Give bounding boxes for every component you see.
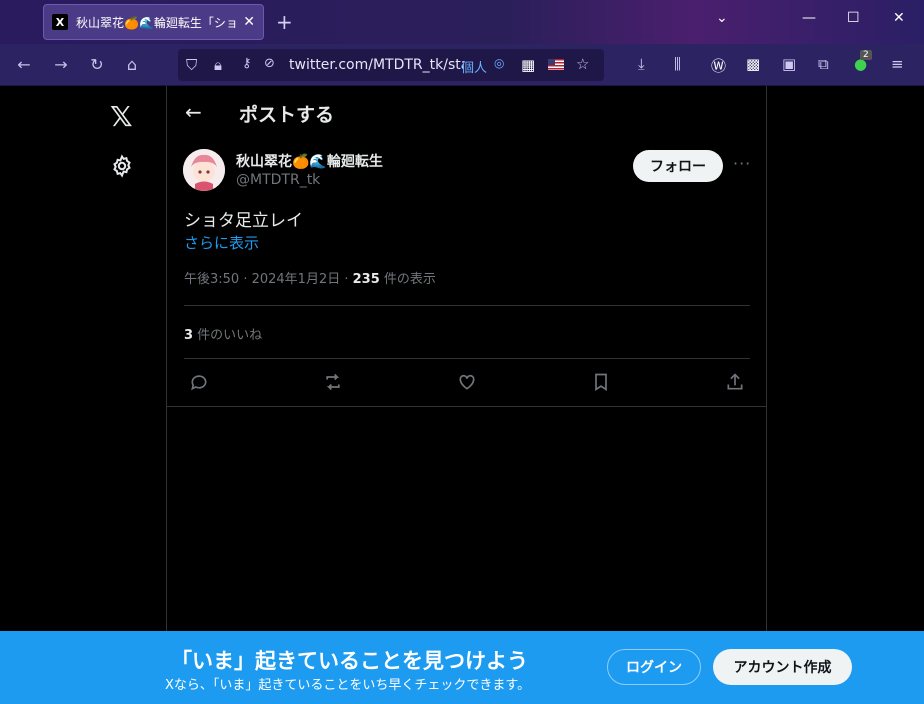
browser-navbar: ← → ↻ ⌂ ⛉ 🔒︎ ⚷ ⊘ twitter.com/MTDTR_tk/st…	[0, 44, 924, 86]
show-more-link[interactable]: さらに表示	[184, 232, 259, 253]
x-logo-icon[interactable]: 𝕏	[110, 100, 133, 133]
page-title: ポストする	[239, 104, 335, 126]
views-count: 235	[352, 272, 380, 287]
library-icon[interactable]: ⫼	[674, 55, 681, 73]
author-handle[interactable]: @MTDTR_tk	[236, 172, 320, 188]
browser-tab[interactable]: X 秋山翠花🍊🌊輪廻転生「ショ ✕	[43, 4, 264, 40]
fingerprint-icon[interactable]: ◎	[494, 56, 504, 70]
like-icon[interactable]	[457, 372, 477, 396]
retweet-icon[interactable]	[323, 372, 343, 396]
url-bar[interactable]: ⛉ 🔒︎ ⚷ ⊘ twitter.com/MTDTR_tk/stat 個人 ◎ …	[178, 49, 604, 81]
puzzle-icon[interactable]: ⧉	[818, 55, 829, 73]
window-close-icon[interactable]: ✕	[893, 10, 905, 26]
bookmark-icon[interactable]	[591, 372, 611, 396]
back-arrow-icon[interactable]: ←	[185, 100, 202, 124]
tweet-text: ショタ足立レイ	[184, 211, 303, 231]
flag-us-icon[interactable]	[548, 56, 564, 74]
login-button[interactable]: ログイン	[607, 649, 701, 685]
browser-tabbar: X 秋山翠花🍊🌊輪廻転生「ショ ✕ + ⌄ — ☐ ✕	[0, 0, 924, 44]
banner-subtitle: Xなら、「いま」起きていることをいち早くチェックできます。	[165, 678, 531, 693]
tab-list-icon[interactable]: ⌄	[716, 10, 728, 26]
minimize-icon[interactable]: —	[802, 10, 816, 26]
close-tab-icon[interactable]: ✕	[243, 14, 255, 30]
divider	[184, 358, 750, 359]
create-account-button[interactable]: アカウント作成	[713, 649, 852, 685]
page-header: ← ポストする	[167, 86, 767, 138]
divider	[167, 406, 767, 407]
more-icon[interactable]: ···	[733, 154, 751, 173]
maximize-icon[interactable]: ☐	[847, 10, 860, 26]
likes-summary[interactable]: 3 件のいいね	[184, 324, 262, 343]
url-text[interactable]: twitter.com/MTDTR_tk/stat	[289, 57, 464, 73]
twitter-page: 𝕏 ← ポストする 秋山翠花🍊🌊輪廻転生 @MTDTR_tk フォロー ··· …	[0, 86, 924, 704]
home-icon[interactable]: ⌂	[122, 55, 142, 74]
divider	[184, 305, 750, 306]
signup-banner: 「いま」起きていることを見つけよう Xなら、「いま」起きていることをいち早くチェ…	[0, 631, 924, 704]
container-label: 個人	[461, 61, 488, 76]
extension-w-icon[interactable]: Ⓦ	[711, 55, 726, 76]
tab-title: 秋山翠花🍊🌊輪廻転生「ショ	[76, 15, 238, 30]
tweet-time[interactable]: 午後3:50 · 2024年1月2日 ·	[184, 272, 353, 287]
share-icon[interactable]	[725, 372, 745, 396]
reload-icon[interactable]: ↻	[87, 55, 107, 74]
extension-square-icon[interactable]: ▣	[782, 55, 796, 73]
tracking-off-icon[interactable]: ⊘	[264, 56, 275, 71]
back-icon[interactable]: ←	[14, 55, 34, 74]
qr-icon[interactable]: ▦	[521, 56, 535, 74]
gear-icon[interactable]	[110, 154, 134, 182]
avatar[interactable]	[183, 149, 225, 191]
views-label: 件の表示	[379, 272, 436, 287]
author-name[interactable]: 秋山翠花🍊🌊輪廻転生	[236, 151, 383, 171]
permissions-icon[interactable]: ⚷	[242, 56, 252, 71]
lock-icon[interactable]: 🔒︎	[214, 56, 222, 74]
forward-icon[interactable]: →	[51, 55, 71, 74]
main-column: ← ポストする 秋山翠花🍊🌊輪廻転生 @MTDTR_tk フォロー ··· ショ…	[167, 86, 767, 704]
download-icon[interactable]: ⤓	[638, 55, 645, 73]
likes-label: 件のいいね	[193, 328, 263, 343]
banner-title: 「いま」起きていることを見つけよう	[171, 649, 528, 673]
tweet-meta: 午後3:50 · 2024年1月2日 · 235 件の表示	[184, 268, 436, 287]
likes-count: 3	[184, 328, 194, 343]
extension-badge: 2	[860, 50, 872, 60]
menu-icon[interactable]: ≡	[891, 55, 904, 73]
shield-icon[interactable]: ⛉	[186, 56, 197, 74]
left-sidebar: 𝕏	[0, 86, 167, 704]
x-favicon-icon: X	[52, 14, 68, 30]
reply-icon[interactable]	[189, 372, 209, 396]
extension-qr-icon[interactable]: ▩	[746, 55, 760, 73]
follow-button[interactable]: フォロー	[633, 150, 723, 182]
star-icon[interactable]: ☆	[576, 55, 589, 73]
new-tab-icon[interactable]: +	[276, 10, 293, 34]
